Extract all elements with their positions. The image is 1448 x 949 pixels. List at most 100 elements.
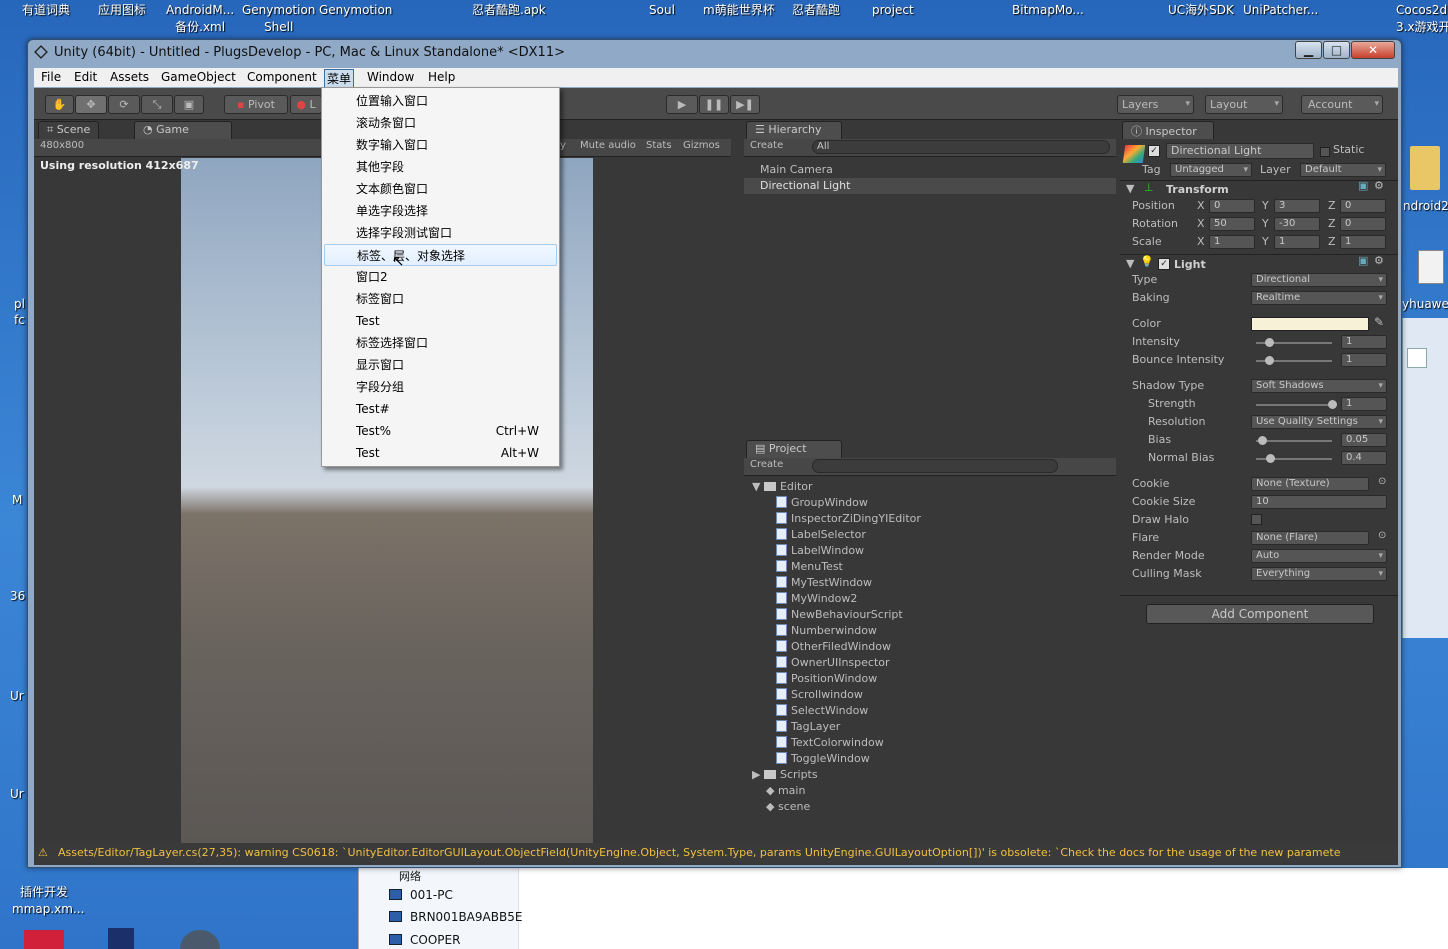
project-folder-editor[interactable]: ▼ Editor (752, 480, 813, 493)
desktop-icon-project[interactable]: project (872, 2, 914, 19)
status-bar[interactable]: ⚠ Assets/Editor/TagLayer.cs(27,35): warni… (34, 843, 1398, 863)
scale-x-field[interactable]: 1 (1209, 235, 1255, 249)
baking-dropdown[interactable]: Realtime (1251, 291, 1387, 305)
normal-bias-field[interactable]: 0.4 (1341, 451, 1387, 465)
menu-item[interactable]: Test% Ctrl+W (324, 420, 557, 442)
network-item-cooper[interactable]: COOPER (389, 933, 460, 947)
desktop-icon-soul[interactable]: Soul (649, 2, 675, 19)
hierarchy-create-button[interactable]: Create (750, 140, 783, 151)
desktop-icon-uc-sdk[interactable]: UC海外SDK (1168, 2, 1234, 19)
static-checkbox[interactable] (1320, 147, 1330, 157)
menu-edit[interactable]: Edit (74, 70, 97, 84)
desktop-icon-youdao[interactable]: 有道词典 (22, 2, 70, 19)
close-button[interactable]: ✕ (1351, 41, 1395, 59)
stats-toggle[interactable]: Stats (646, 140, 672, 151)
project-script-item[interactable]: LabelSelector (776, 528, 866, 541)
account-dropdown[interactable]: Account (1301, 95, 1383, 114)
hierarchy-item[interactable]: Directional Light (760, 179, 850, 192)
desktop-icon-genymotion-shell[interactable]: Genymotion Shell (242, 2, 315, 36)
flare-object-field[interactable]: None (Flare) (1251, 531, 1369, 545)
desktop-icon-genymotion[interactable]: Genymotion (319, 2, 392, 19)
scale-y-field[interactable]: 1 (1274, 235, 1320, 249)
mute-audio-toggle[interactable]: Mute audio (580, 140, 636, 151)
pause-button[interactable]: ❚❚ (699, 95, 729, 114)
project-script-item[interactable]: TextColorwindow (776, 736, 884, 749)
play-button[interactable]: ▶ (666, 95, 698, 114)
hierarchy-item[interactable]: Main Camera (760, 163, 833, 176)
rotation-y-field[interactable]: -30 (1274, 217, 1320, 231)
rotate-tool-button[interactable]: ⟳ (108, 95, 140, 114)
slider-knob[interactable] (1328, 400, 1337, 409)
project-folder-scripts[interactable]: ▶ Scripts (752, 768, 818, 781)
project-script-item[interactable]: NewBehaviourScript (776, 608, 903, 621)
slider-knob[interactable] (1257, 436, 1267, 445)
slider-knob[interactable] (1265, 454, 1275, 463)
menu-component[interactable]: Component (247, 70, 317, 84)
position-y-field[interactable]: 3 (1274, 199, 1320, 213)
desktop-icon-mmap[interactable]: mmap.xm... (12, 901, 84, 918)
menu-window[interactable]: Window (367, 70, 414, 84)
maximize-button[interactable]: □ (1323, 41, 1350, 59)
project-script-item[interactable]: GroupWindow (776, 496, 868, 509)
light-enabled-checkbox[interactable]: ✓ (1158, 258, 1170, 270)
desktop-icon-huawei[interactable]: yhuawei (1402, 296, 1448, 313)
project-script-item[interactable]: MyWindow2 (776, 592, 857, 605)
project-scene-main[interactable]: ◆ main (766, 784, 805, 797)
tab-inspector[interactable]: ⓘ Inspector (1122, 121, 1214, 139)
menu-item[interactable]: 显示窗口 (324, 354, 557, 376)
color-swatch[interactable] (1251, 317, 1369, 331)
type-dropdown[interactable]: Directional (1251, 273, 1387, 287)
minimize-button[interactable]: ▁ (1295, 41, 1322, 59)
menu-item[interactable]: 滚动条窗口 (324, 112, 557, 134)
intensity-field[interactable]: 1 (1341, 335, 1387, 349)
network-item-001pc[interactable]: 001-PC (389, 888, 453, 902)
transform-foldout-icon[interactable]: ▼ (1126, 182, 1134, 195)
tab-game[interactable]: ◔ Game (134, 121, 232, 139)
hand-tool-button[interactable]: ✋ (45, 95, 74, 114)
scale-tool-button[interactable]: ⤡ (141, 95, 173, 114)
menu-item[interactable]: Test Alt+W (324, 442, 557, 464)
project-script-item[interactable]: Scrollwindow (776, 688, 863, 701)
java-file-icon[interactable] (1418, 250, 1444, 284)
menu-item[interactable]: 字段分组 (324, 376, 557, 398)
desktop-icon-cocos2d[interactable]: Cocos2d 3.x游戏开 (1396, 2, 1448, 36)
bounce-intensity-slider[interactable] (1256, 356, 1332, 365)
desktop-icon-bitmap[interactable]: BitmapMo... (1012, 2, 1084, 19)
cookie-size-field[interactable]: 10 (1251, 495, 1387, 509)
menu-item[interactable]: Test# (324, 398, 557, 420)
rect-tool-button[interactable]: ▣ (174, 95, 204, 114)
project-script-item[interactable]: ToggleWindow (776, 752, 870, 765)
object-name-field[interactable]: Directional Light (1166, 143, 1314, 159)
desktop-icon-worldcup[interactable]: m萌能世界杯 (703, 2, 775, 19)
draw-halo-checkbox[interactable] (1251, 514, 1262, 525)
add-component-button[interactable]: Add Component (1146, 604, 1374, 624)
menu-item[interactable]: 标签选择窗口 (324, 332, 557, 354)
cookie-object-field[interactable]: None (Texture) (1251, 477, 1369, 491)
project-script-item[interactable]: InspectorZiDingYIEditor (776, 512, 921, 525)
app-taskbar-icon-gray[interactable] (180, 930, 220, 949)
culling-mask-dropdown[interactable]: Everything (1251, 567, 1387, 581)
menu-item[interactable]: 标签、层、对象选择 (324, 244, 557, 266)
tab-hierarchy[interactable]: ☰ Hierarchy (746, 121, 842, 139)
menu-help[interactable]: Help (428, 70, 455, 84)
project-script-item[interactable]: MenuTest (776, 560, 843, 573)
strength-slider[interactable] (1256, 400, 1337, 409)
menu-item[interactable]: 位置输入窗口 (324, 90, 557, 112)
project-script-item[interactable]: PositionWindow (776, 672, 877, 685)
resolution-dropdown[interactable]: 480x800 (40, 140, 84, 151)
slider-knob[interactable] (1265, 338, 1274, 347)
layout-dropdown[interactable]: Layout (1205, 95, 1283, 114)
app-taskbar-icon-red[interactable] (24, 930, 64, 949)
tab-project[interactable]: ▤ Project (746, 440, 842, 458)
menu-item[interactable]: 选择字段测试窗口 (324, 222, 557, 244)
project-script-item[interactable]: SelectWindow (776, 704, 868, 717)
tab-scene[interactable]: ⌗ Scene (38, 121, 100, 139)
title-bar[interactable]: Unity (64bit) - Untitled - PlugsDevelop … (28, 40, 1401, 66)
render-mode-dropdown[interactable]: Auto (1251, 549, 1387, 563)
project-scene-scene[interactable]: ◆ scene (766, 800, 810, 813)
move-tool-button[interactable]: ✥ (75, 95, 107, 114)
normal-bias-slider[interactable] (1256, 454, 1332, 463)
network-item-brn[interactable]: BRN001BA9ABB5E (389, 910, 522, 924)
settings-gear-icon[interactable]: ⚙ (1374, 254, 1384, 267)
menu-item[interactable]: 数字输入窗口 (324, 134, 557, 156)
